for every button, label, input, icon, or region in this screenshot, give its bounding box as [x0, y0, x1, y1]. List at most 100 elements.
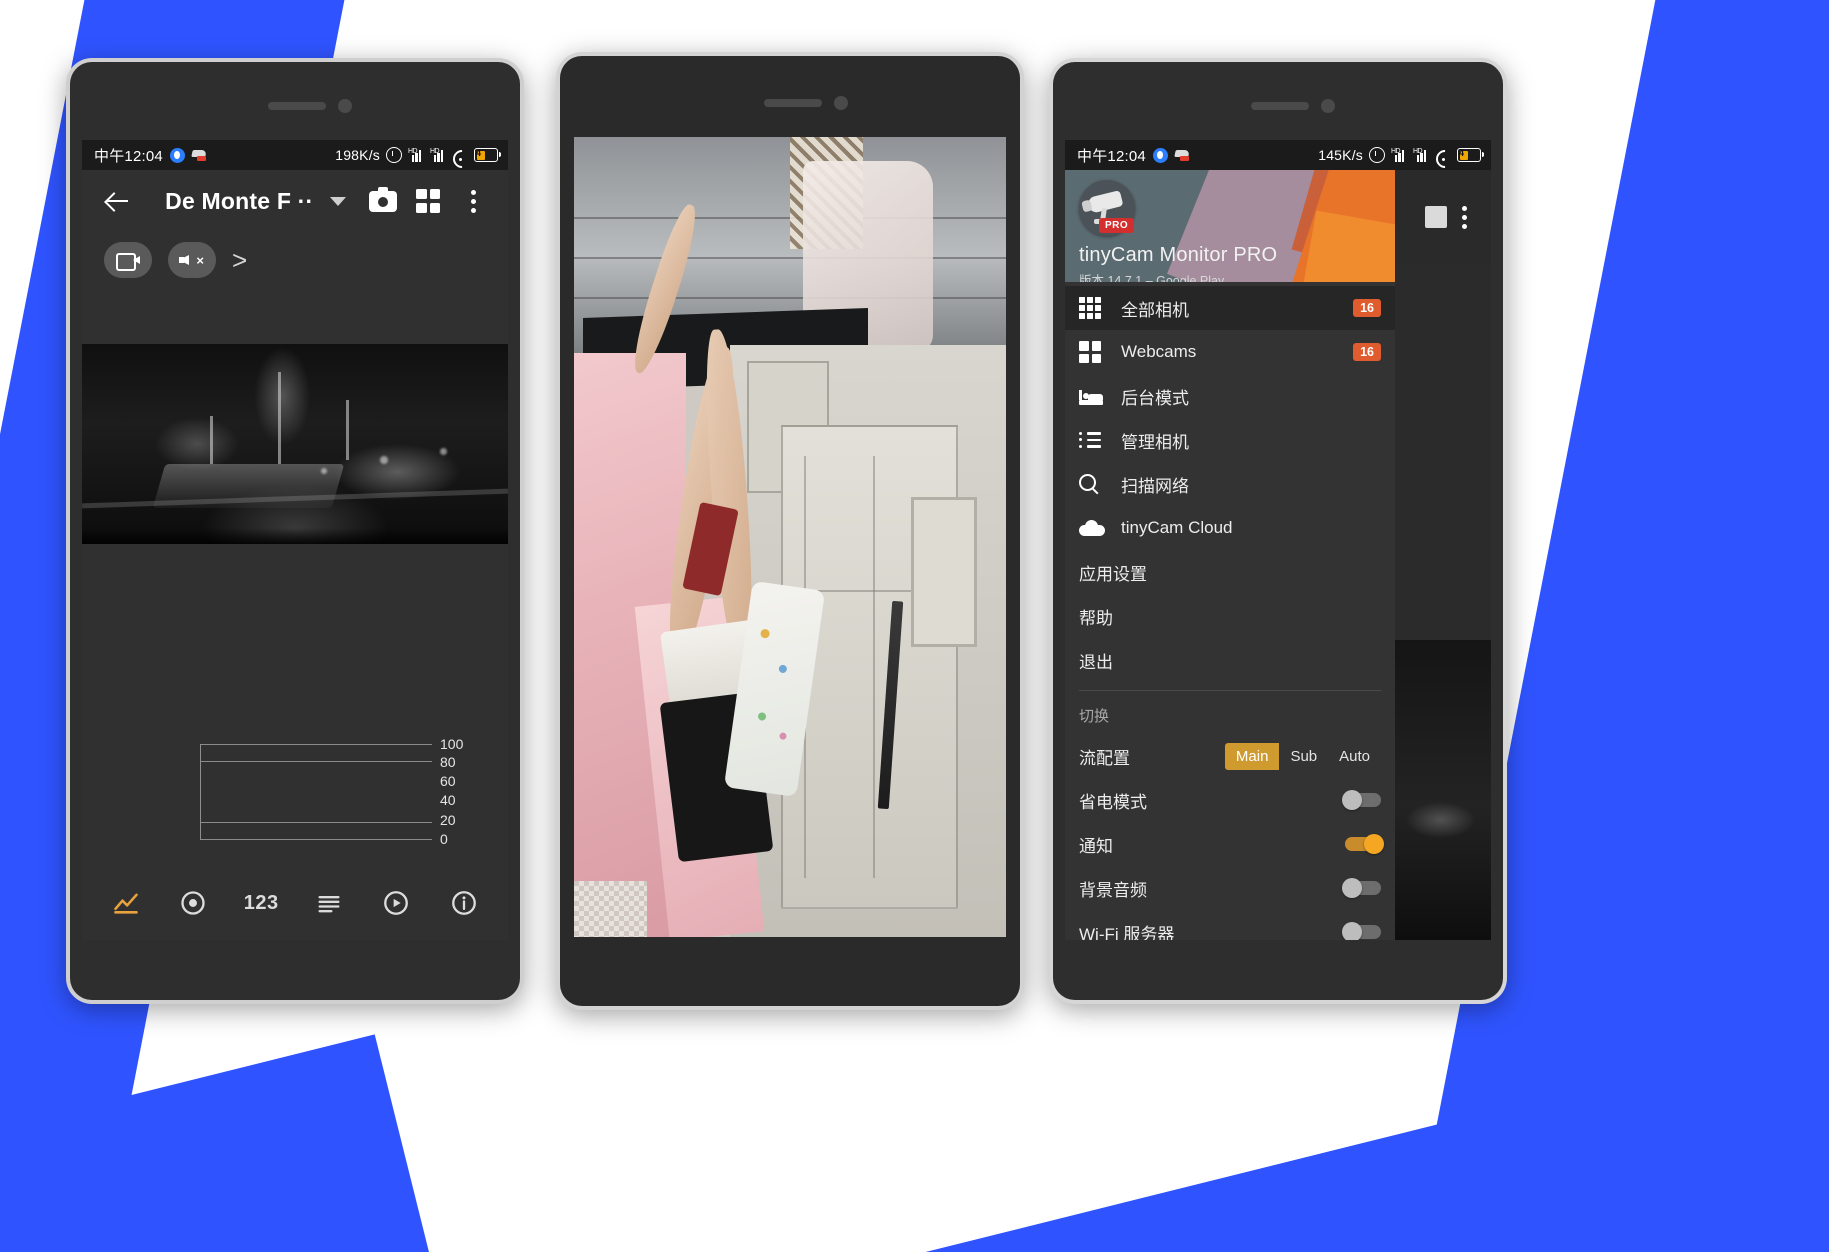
scene-quilt-dot-1: [759, 628, 771, 639]
pro-badge: PRO: [1099, 218, 1135, 233]
power-save-label: 省电模式: [1079, 792, 1147, 812]
snapshot-button[interactable]: [363, 179, 404, 223]
drawer-item-webcams[interactable]: Webcams 16: [1065, 330, 1395, 374]
chart-ytick-0: 100: [440, 736, 464, 752]
phone3-stage: 中午12:04 145K/s HD HD 4 PRO tinyCam Monit…: [1065, 140, 1491, 940]
scene-quilt-dot-4: [779, 731, 788, 740]
signal-hd2-icon: HD: [430, 148, 446, 162]
target-icon: [181, 891, 206, 915]
bed-icon-wrap: [1079, 387, 1113, 405]
stream-config-row: 流配置 Main Sub Auto: [1065, 734, 1395, 778]
messenger-icon: [169, 147, 185, 163]
phone1-front-camera: [338, 99, 352, 113]
kebab-icon: [1461, 205, 1467, 229]
expand-chips-button[interactable]: >: [232, 247, 247, 273]
drawer-item-label: 扫描网络: [1121, 476, 1189, 496]
alarm-icon: [386, 147, 402, 163]
notification-toggle[interactable]: [1345, 834, 1384, 854]
target-tab[interactable]: [170, 880, 216, 926]
list-icon-wrap: [1079, 431, 1113, 449]
graph-tab[interactable]: [103, 880, 149, 926]
scene-ceiling-line-2: [574, 257, 1006, 259]
chart-gridline-80: [201, 761, 432, 762]
chart-gridline-20: [201, 822, 432, 823]
scene-tree-3: [209, 416, 213, 464]
scene-light-2: [320, 468, 327, 474]
list-icon: [1079, 431, 1101, 449]
fullscreen-camera-view[interactable]: [574, 137, 1006, 937]
bed-icon: [1079, 387, 1103, 405]
drawer-section-title: 切换: [1079, 708, 1110, 725]
notification-label: 通知: [1079, 836, 1113, 856]
phone1-status-bar: 中午12:04 198K/s HD HD 4: [82, 140, 508, 170]
scene-mosaic-blur: [574, 881, 648, 937]
info-tab[interactable]: [441, 880, 487, 926]
phone3-earpiece: [1251, 102, 1309, 110]
wifi-server-toggle[interactable]: [1342, 922, 1381, 940]
battery-icon: 4: [1457, 148, 1484, 162]
drawer-item-label: 帮助: [1079, 608, 1113, 628]
chart-ytick-4: 20: [440, 812, 456, 828]
overflow-menu-button[interactable]: [453, 179, 494, 223]
notification-row: 通知: [1065, 822, 1395, 866]
drawer-header-content: PRO tinyCam Monitor PRO 版本 14.7.1 – Goog…: [1079, 180, 1385, 282]
phone1-control-chips: × >: [82, 232, 508, 278]
segment-sub[interactable]: Sub: [1279, 743, 1328, 770]
drawer-item-label: 应用设置: [1079, 564, 1147, 584]
drawer-item-exit[interactable]: 退出: [1065, 638, 1395, 682]
overflow-menu-button[interactable]: [1451, 204, 1477, 230]
chart-line-icon: [114, 893, 138, 914]
chart-plot-area: [200, 744, 432, 840]
drawer-item-label: tinyCam Cloud: [1121, 518, 1233, 537]
navigation-drawer: PRO tinyCam Monitor PRO 版本 14.7.1 – Goog…: [1065, 170, 1395, 940]
scene-door-line-2: [873, 455, 876, 879]
drawer-item-help[interactable]: 帮助: [1065, 594, 1395, 638]
list-tab[interactable]: [306, 880, 352, 926]
segment-main[interactable]: Main: [1224, 742, 1280, 770]
square-icon[interactable]: [1425, 206, 1447, 228]
drawer-item-app-settings[interactable]: 应用设置: [1065, 550, 1395, 594]
segment-auto[interactable]: Auto: [1328, 743, 1381, 770]
record-chip[interactable]: [104, 242, 152, 278]
background-audio-toggle[interactable]: [1342, 878, 1381, 898]
messenger-icon: [1152, 147, 1168, 163]
camera-dropdown-button[interactable]: [317, 179, 358, 223]
drawer-item-tinycam-cloud[interactable]: tinyCam Cloud: [1065, 506, 1395, 550]
power-save-toggle[interactable]: [1342, 790, 1381, 810]
play-circle-icon: [384, 891, 409, 915]
signal-hd-icon: HD: [1391, 148, 1407, 162]
drawer-item-manage-cameras[interactable]: 管理相机: [1065, 418, 1395, 462]
drawer-item-all-cameras[interactable]: 全部相机 16: [1065, 286, 1395, 330]
bandwidth-chart[interactable]: 100 80 60 40 20 0: [200, 736, 478, 847]
scene-bottom-vignette: [82, 528, 508, 544]
phone3-screen: 中午12:04 145K/s HD HD 4 PRO tinyCam Monit…: [1065, 140, 1491, 940]
app-logo: PRO: [1079, 180, 1135, 236]
drawer-item-badge: 16: [1353, 299, 1381, 317]
123-icon: 123: [243, 891, 279, 914]
drawer-item-background-mode[interactable]: 后台模式: [1065, 374, 1395, 418]
drawer-item-scan-network[interactable]: 扫描网络: [1065, 462, 1395, 506]
chart-gridline-0: [201, 839, 432, 840]
back-button[interactable]: [96, 179, 137, 223]
numbers-tab[interactable]: 123: [238, 880, 284, 926]
layout-button[interactable]: [408, 179, 449, 223]
kebab-icon: [470, 189, 476, 213]
weibo-icon: [1175, 149, 1191, 162]
camera-live-thumbnail[interactable]: [82, 344, 508, 544]
phone1-app-bar: De Monte F ··: [82, 170, 508, 232]
phone2-screen[interactable]: [574, 137, 1006, 937]
mute-chip[interactable]: ×: [168, 242, 216, 278]
wifi-icon: [1435, 149, 1451, 161]
cloud-icon-wrap: [1079, 520, 1113, 536]
signal-hd-icon: HD: [408, 148, 424, 162]
scene-quilt-dot-2: [778, 664, 788, 674]
phone1-screen: 中午12:04 198K/s HD HD 4 De Monte F ·· × >…: [82, 140, 508, 940]
status-left: 中午12:04: [1077, 145, 1191, 166]
play-tab[interactable]: [373, 880, 419, 926]
stream-config-segmented[interactable]: Main Sub Auto: [1224, 742, 1381, 770]
scene-quilt-dot-3: [757, 711, 767, 721]
stream-config-label: 流配置: [1079, 748, 1130, 768]
scene-wall-frame: [910, 497, 978, 647]
status-left: 中午12:04: [94, 145, 208, 166]
grid9-icon-wrap: [1079, 297, 1113, 319]
